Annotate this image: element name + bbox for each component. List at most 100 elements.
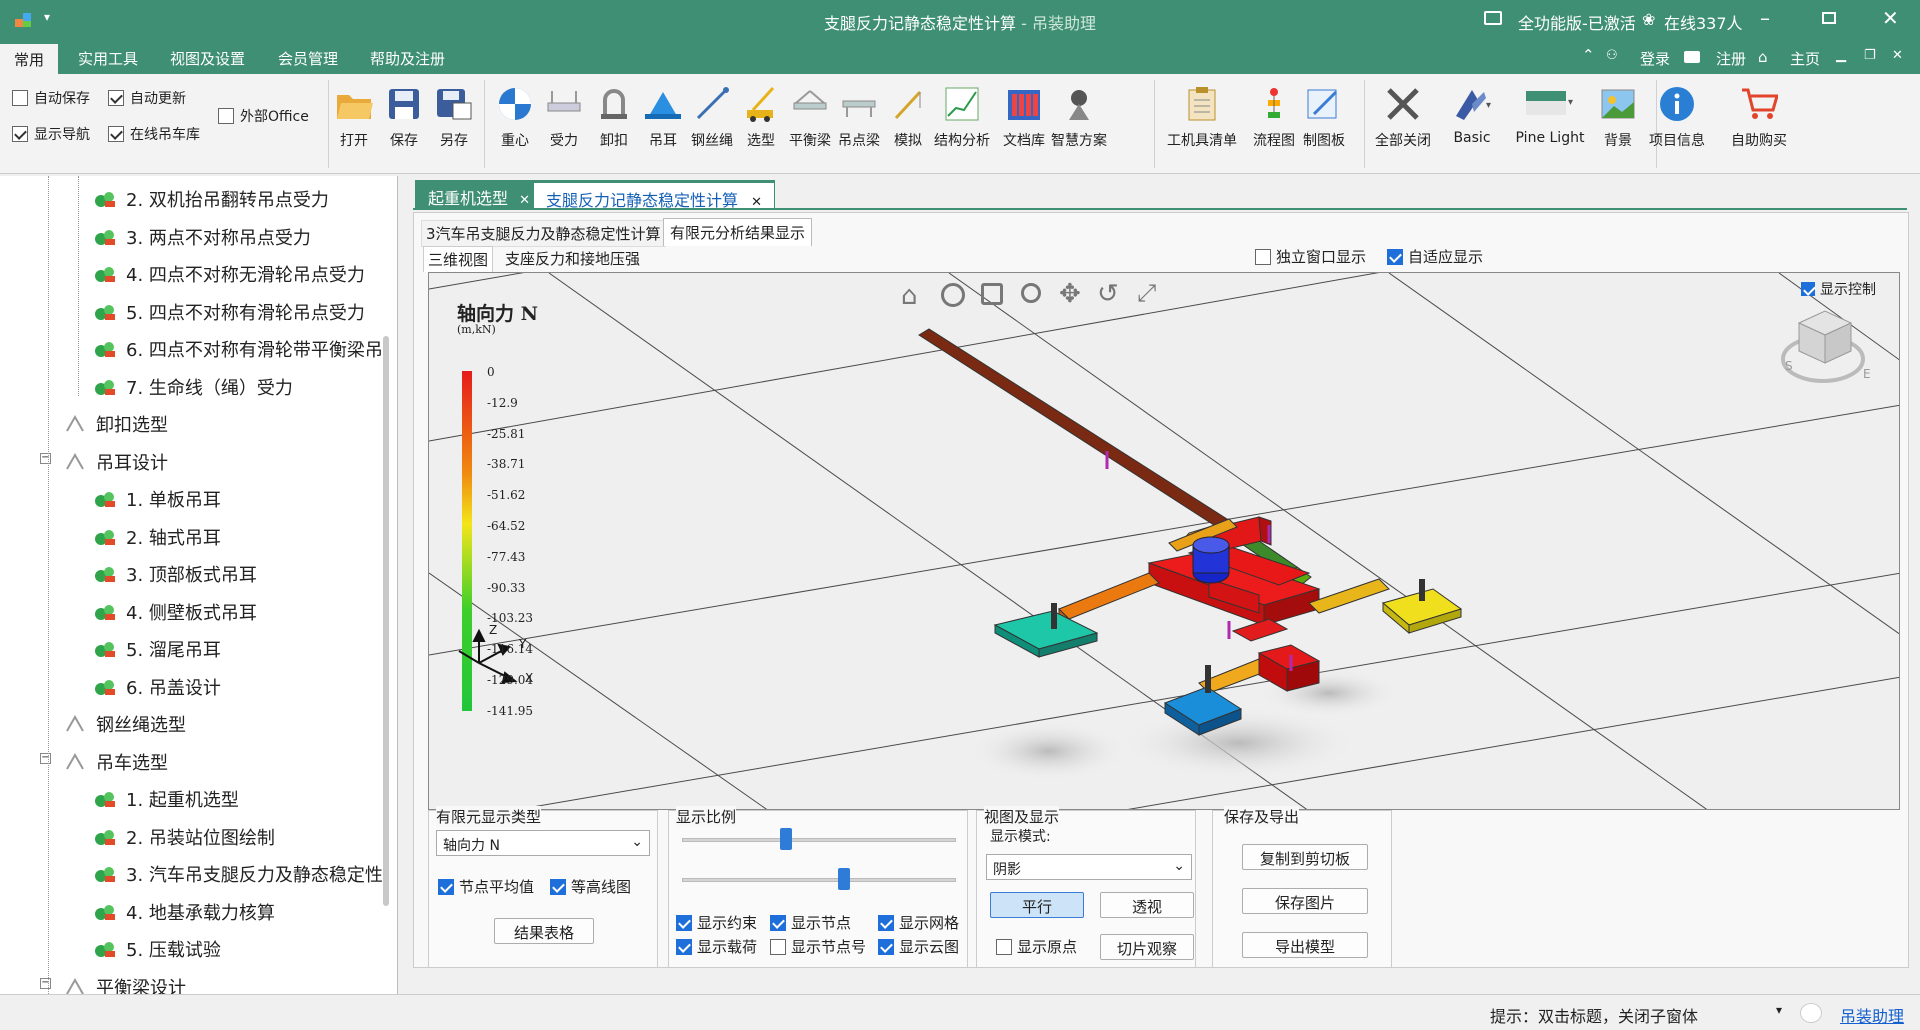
scale-slider-1-track[interactable] xyxy=(682,838,956,842)
online-crane-lib-check[interactable]: 在线吊车库 xyxy=(108,124,200,144)
tab-close-icon[interactable]: ✕ xyxy=(519,193,530,208)
lift-point-beam-button[interactable]: 吊点梁 xyxy=(831,84,887,150)
slice-view-button[interactable]: 切片观察 xyxy=(1100,934,1194,960)
show-control-check[interactable]: 显示控制 xyxy=(1801,279,1876,299)
home-link[interactable]: 主页 xyxy=(1790,48,1820,69)
fit-screen-icon[interactable]: ⤢ xyxy=(1137,279,1156,307)
minimize-icon[interactable]: – xyxy=(1760,6,1770,30)
show-constraints-checkbox[interactable] xyxy=(676,914,692,931)
tab-crane-select[interactable]: 起重机选型 ✕ xyxy=(415,180,544,208)
show-loads-check[interactable]: 显示载荷 xyxy=(676,936,757,957)
show-node-ids-check[interactable]: 显示节点号 xyxy=(770,936,866,957)
shackle-button[interactable]: 卸扣 xyxy=(586,84,642,150)
node-average-checkbox[interactable] xyxy=(438,878,454,895)
save-as-button[interactable]: 另存 xyxy=(426,84,482,150)
structure-analysis-button[interactable]: 结构分析 xyxy=(929,84,995,150)
tool-list-button[interactable]: 工机具清单 xyxy=(1164,84,1240,150)
tab-outrigger-calc[interactable]: 支腿反力记静态稳定性计算 ✕ xyxy=(533,180,776,210)
export-model-button[interactable]: 导出模型 xyxy=(1242,932,1368,958)
home-view-icon[interactable]: ⌂ xyxy=(901,281,918,311)
wire-rope-button[interactable]: 钢丝绳 xyxy=(684,84,740,150)
show-nodes-checkbox[interactable] xyxy=(770,914,786,931)
auto-save-check[interactable]: 自动保存 xyxy=(12,88,90,108)
scale-slider-2-thumb[interactable] xyxy=(837,868,850,890)
rotate-icon[interactable]: ↺ xyxy=(1097,279,1119,309)
tree-leaf[interactable]: 3. 汽车吊支腿反力及静态稳定性 xyxy=(94,861,383,887)
show-nav-check[interactable]: 显示导航 xyxy=(12,124,90,144)
orbit-icon[interactable] xyxy=(941,283,965,307)
tree-leaf[interactable]: 3. 顶部板式吊耳 xyxy=(94,561,257,587)
save-button[interactable]: 保存 xyxy=(376,84,432,150)
menu-common[interactable]: 常用 xyxy=(0,44,59,74)
auto-update-check[interactable]: 自动更新 xyxy=(108,88,186,108)
self-purchase-button[interactable]: 自助购买 xyxy=(1726,84,1792,150)
background-button[interactable]: 背景 xyxy=(1590,84,1646,150)
view-cube[interactable] xyxy=(1781,310,1865,383)
scale-slider-1-thumb[interactable] xyxy=(780,828,793,850)
display-mode-select[interactable]: 阴影 ⌄ xyxy=(986,854,1192,880)
independent-window-checkbox[interactable] xyxy=(1255,248,1271,265)
tree-leaf[interactable]: 7. 生命线（绳）受力 xyxy=(94,374,293,400)
tree-vertical-scrollbar[interactable] xyxy=(383,336,389,906)
tree-collapse-toggle[interactable]: − xyxy=(40,452,51,464)
show-origin-check[interactable]: 显示原点 xyxy=(996,936,1077,957)
drawing-board-button[interactable]: 制图板 xyxy=(1296,84,1352,150)
node-average-check[interactable]: 节点平均值 xyxy=(438,876,534,897)
perspective-button[interactable]: 透视 xyxy=(1100,892,1194,918)
mdi-close-icon[interactable]: ✕ xyxy=(1892,48,1903,63)
mdi-minimize-icon[interactable]: ▁ xyxy=(1836,48,1846,63)
tree-leaf[interactable]: 2. 轴式吊耳 xyxy=(94,524,221,550)
3d-viewport[interactable]: ⌂ ✥ ↺ ⤢ 轴向力 N (m,kN) 0 -12.9 -25.81 -38.71 -… xyxy=(428,272,1900,810)
external-office-check[interactable]: 外部Office xyxy=(218,106,309,126)
auto-save-checkbox[interactable] xyxy=(12,90,28,106)
tree-leaf[interactable]: 2. 双机抬吊翻转吊点受力 xyxy=(94,186,329,212)
theme-pine-light-button[interactable]: ▾ Pine Light xyxy=(1506,84,1594,146)
show-node-ids-checkbox[interactable] xyxy=(770,938,786,955)
collapse-ribbon-icon[interactable]: ⌃ xyxy=(1582,46,1595,64)
viewtab-3d[interactable]: 三维视图 xyxy=(423,246,494,272)
tree-collapse-toggle[interactable]: − xyxy=(40,752,51,764)
result-table-button[interactable]: 结果表格 xyxy=(494,918,594,944)
menu-help[interactable]: 帮助及注册 xyxy=(370,48,445,69)
show-loads-checkbox[interactable] xyxy=(676,938,692,955)
tree-category[interactable]: 钢丝绳选型 xyxy=(64,711,186,737)
adaptive-display-checkbox[interactable] xyxy=(1387,248,1403,265)
simulate-button[interactable]: 模拟 xyxy=(880,84,936,150)
tree-leaf[interactable]: 1. 单板吊耳 xyxy=(94,486,221,512)
scale-slider-2-track[interactable] xyxy=(682,878,956,882)
auto-update-checkbox[interactable] xyxy=(108,90,124,106)
show-mesh-check[interactable]: 显示网格 xyxy=(878,912,959,933)
show-cloud-checkbox[interactable] xyxy=(878,938,894,955)
project-info-button[interactable]: 项目信息 xyxy=(1644,84,1710,150)
save-image-button[interactable]: 保存图片 xyxy=(1242,888,1368,914)
external-office-checkbox[interactable] xyxy=(218,108,234,124)
tree-leaf[interactable]: 6. 吊盖设计 xyxy=(94,674,221,700)
flowchart-button[interactable]: 流程图 xyxy=(1246,84,1302,150)
tree-category[interactable]: − 吊耳设计 xyxy=(40,449,168,475)
tree-leaf[interactable]: 5. 压载试验 xyxy=(94,936,221,962)
show-nav-checkbox[interactable] xyxy=(12,126,28,142)
lug-button[interactable]: 吊耳 xyxy=(635,84,691,150)
show-mesh-checkbox[interactable] xyxy=(878,914,894,931)
pan-icon[interactable]: ✥ xyxy=(1059,279,1081,309)
register-link[interactable]: 注册 xyxy=(1716,48,1746,69)
show-nodes-check[interactable]: 显示节点 xyxy=(770,912,851,933)
show-control-checkbox[interactable] xyxy=(1801,282,1815,296)
tree-collapse-toggle[interactable]: − xyxy=(40,977,51,989)
status-dropdown-icon[interactable]: ▾ xyxy=(1776,1003,1782,1017)
tree-leaf[interactable]: 4. 地基承载力核算 xyxy=(94,899,275,925)
online-crane-lib-checkbox[interactable] xyxy=(108,126,124,142)
tree-leaf[interactable]: 4. 四点不对称无滑轮吊点受力 xyxy=(94,261,365,287)
center-gravity-button[interactable]: 重心 xyxy=(487,84,543,150)
tree-leaf[interactable]: 4. 侧壁板式吊耳 xyxy=(94,599,257,625)
contour-check[interactable]: 等高线图 xyxy=(550,876,631,897)
parallel-button[interactable]: 平行 xyxy=(990,892,1084,918)
subtab-calc[interactable]: 3汽车吊支腿反力及静态稳定性计算 xyxy=(421,220,666,247)
show-origin-checkbox[interactable] xyxy=(996,938,1012,955)
menu-tools[interactable]: 实用工具 xyxy=(78,48,138,69)
adaptive-display-check[interactable]: 自适应显示 xyxy=(1387,246,1483,267)
status-app-link[interactable]: 吊装助理 xyxy=(1840,1003,1904,1027)
force-button[interactable]: 受力 xyxy=(536,84,592,150)
tree-category[interactable]: − 吊车选型 xyxy=(40,749,168,775)
login-link[interactable]: 登录 xyxy=(1640,48,1670,69)
